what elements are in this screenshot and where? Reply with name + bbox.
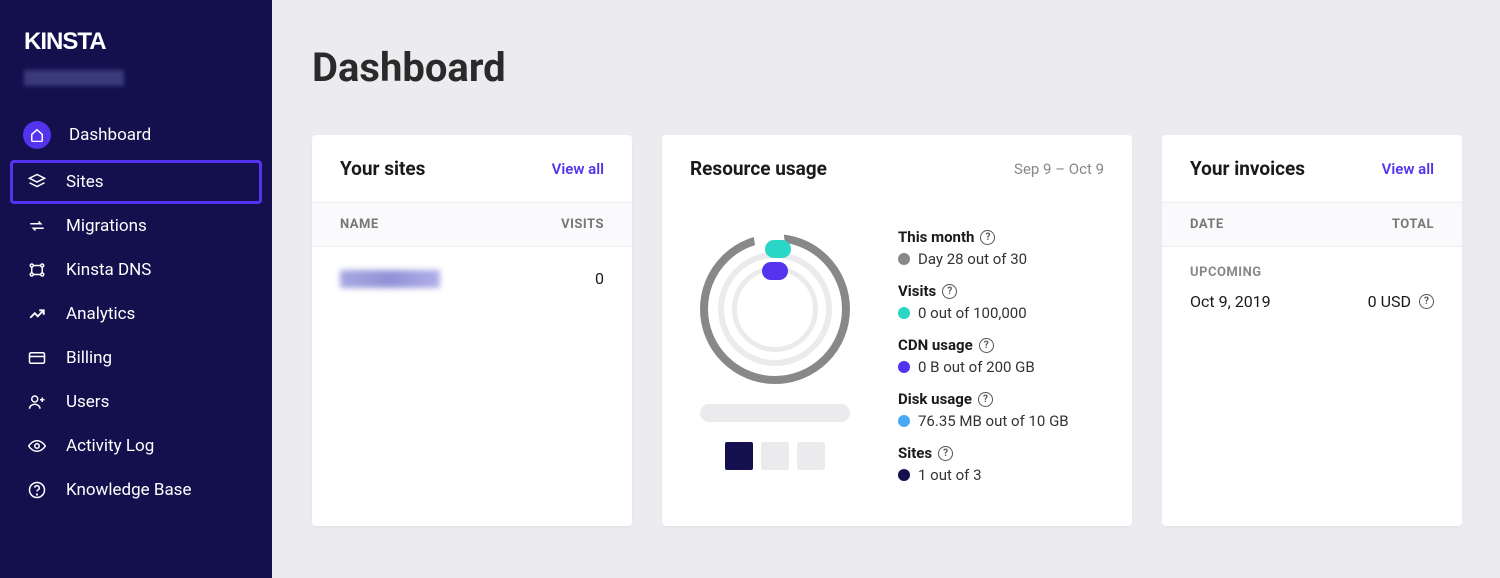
sidebar-label: Dashboard bbox=[69, 125, 151, 145]
user-plus-icon bbox=[26, 391, 48, 413]
stat-sites: Sites ? 1 out of 3 bbox=[898, 444, 1104, 484]
sidebar-item-kinsta-dns[interactable]: Kinsta DNS bbox=[10, 248, 262, 292]
help-icon bbox=[26, 479, 48, 501]
help-icon[interactable]: ? bbox=[978, 392, 993, 407]
stat-value: 76.35 MB out of 10 GB bbox=[918, 412, 1069, 430]
resource-body: This month ? Day 28 out of 30 Visits ? bbox=[662, 202, 1132, 498]
date-range: Sep 9 – Oct 9 bbox=[1014, 160, 1104, 178]
stat-label: CDN usage bbox=[898, 336, 973, 354]
help-icon[interactable]: ? bbox=[980, 230, 995, 245]
stat-cdn: CDN usage ? 0 B out of 200 GB bbox=[898, 336, 1104, 376]
sidebar-label: Sites bbox=[66, 172, 104, 192]
visits-arc bbox=[765, 240, 791, 258]
home-icon bbox=[23, 121, 51, 149]
sidebar-label: Analytics bbox=[66, 304, 135, 324]
your-sites-card: Your sites View all NAME VISITS 0 bbox=[312, 135, 632, 526]
your-invoices-card: Your invoices View all DATE TOTAL UPCOMI… bbox=[1162, 135, 1462, 526]
col-total: TOTAL bbox=[1392, 217, 1434, 232]
card-icon bbox=[26, 347, 48, 369]
site-chip-filled bbox=[725, 442, 753, 470]
sites-chips bbox=[725, 442, 825, 470]
migrations-icon bbox=[26, 215, 48, 237]
stat-value: 0 out of 100,000 bbox=[918, 304, 1027, 322]
cards-row: Your sites View all NAME VISITS 0 Resour… bbox=[312, 135, 1462, 526]
sidebar-item-activity-log[interactable]: Activity Log bbox=[10, 424, 262, 468]
stat-value: 0 B out of 200 GB bbox=[918, 358, 1035, 376]
stat-label: Visits bbox=[898, 282, 936, 300]
stat-visits: Visits ? 0 out of 100,000 bbox=[898, 282, 1104, 322]
nav: Dashboard Sites Migrations Kinsta DNS An bbox=[0, 110, 272, 512]
page-title: Dashboard bbox=[312, 44, 1462, 91]
disk-bar bbox=[700, 404, 850, 422]
sidebar-item-knowledge-base[interactable]: Knowledge Base bbox=[10, 468, 262, 512]
card-title: Your sites bbox=[340, 157, 425, 180]
sidebar-label: Knowledge Base bbox=[66, 480, 191, 500]
main-content: Dashboard Your sites View all NAME VISIT… bbox=[272, 0, 1500, 578]
help-icon[interactable]: ? bbox=[938, 446, 953, 461]
invoice-date: Oct 9, 2019 bbox=[1190, 292, 1271, 311]
resource-usage-card: Resource usage Sep 9 – Oct 9 bbox=[662, 135, 1132, 526]
sidebar-item-dashboard[interactable]: Dashboard bbox=[10, 110, 262, 160]
stat-this-month: This month ? Day 28 out of 30 bbox=[898, 228, 1104, 268]
sidebar: KINSTA Dashboard Sites Migrations Kinst bbox=[0, 0, 272, 578]
layers-icon bbox=[26, 171, 48, 193]
bullet-icon bbox=[898, 253, 910, 265]
sidebar-label: Migrations bbox=[66, 216, 147, 236]
card-title: Resource usage bbox=[690, 157, 827, 180]
trend-icon bbox=[26, 303, 48, 325]
bullet-icon bbox=[898, 307, 910, 319]
col-date: DATE bbox=[1190, 217, 1224, 232]
view-all-link[interactable]: View all bbox=[552, 160, 604, 178]
help-icon[interactable]: ? bbox=[942, 284, 957, 299]
col-visits: VISITS bbox=[561, 217, 604, 232]
sidebar-label: Activity Log bbox=[66, 436, 154, 456]
eye-icon bbox=[26, 435, 48, 457]
col-name: NAME bbox=[340, 217, 379, 232]
sidebar-item-billing[interactable]: Billing bbox=[10, 336, 262, 380]
help-icon[interactable]: ? bbox=[1419, 294, 1434, 309]
invoice-row[interactable]: Oct 9, 2019 0 USD ? bbox=[1162, 286, 1462, 333]
site-chip-empty bbox=[761, 442, 789, 470]
stat-disk: Disk usage ? 76.35 MB out of 10 GB bbox=[898, 390, 1104, 430]
sidebar-label: Users bbox=[66, 392, 109, 412]
view-all-link[interactable]: View all bbox=[1382, 160, 1434, 178]
upcoming-label: UPCOMING bbox=[1162, 247, 1462, 286]
stat-label: Disk usage bbox=[898, 390, 972, 408]
card-header: Resource usage Sep 9 – Oct 9 bbox=[662, 135, 1132, 202]
stats-list: This month ? Day 28 out of 30 Visits ? bbox=[898, 228, 1104, 498]
sites-table-header: NAME VISITS bbox=[312, 203, 632, 247]
bullet-icon bbox=[898, 361, 910, 373]
logo: KINSTA bbox=[24, 28, 248, 56]
stat-value: Day 28 out of 30 bbox=[918, 250, 1027, 268]
card-header: Your sites View all bbox=[312, 135, 632, 203]
cdn-arc bbox=[762, 262, 788, 280]
stat-value: 1 out of 3 bbox=[918, 466, 982, 484]
sidebar-item-migrations[interactable]: Migrations bbox=[10, 204, 262, 248]
site-name-redacted bbox=[340, 270, 440, 288]
sidebar-label: Kinsta DNS bbox=[66, 260, 151, 280]
sidebar-item-sites[interactable]: Sites bbox=[10, 160, 262, 204]
rings-area bbox=[690, 228, 860, 498]
card-title: Your invoices bbox=[1190, 157, 1305, 180]
stat-label: Sites bbox=[898, 444, 932, 462]
card-header: Your invoices View all bbox=[1162, 135, 1462, 203]
site-chip-empty bbox=[797, 442, 825, 470]
sidebar-label: Billing bbox=[66, 348, 112, 368]
network-icon bbox=[26, 259, 48, 281]
invoices-table-header: DATE TOTAL bbox=[1162, 203, 1462, 247]
usage-rings-chart bbox=[700, 234, 850, 384]
site-visits: 0 bbox=[595, 269, 604, 288]
site-row[interactable]: 0 bbox=[312, 247, 632, 310]
bullet-icon bbox=[898, 415, 910, 427]
invoice-total: 0 USD bbox=[1368, 292, 1411, 311]
bullet-icon bbox=[898, 469, 910, 481]
sidebar-item-users[interactable]: Users bbox=[10, 380, 262, 424]
account-name-redacted bbox=[24, 70, 124, 86]
stat-label: This month bbox=[898, 228, 974, 246]
help-icon[interactable]: ? bbox=[979, 338, 994, 353]
sidebar-item-analytics[interactable]: Analytics bbox=[10, 292, 262, 336]
